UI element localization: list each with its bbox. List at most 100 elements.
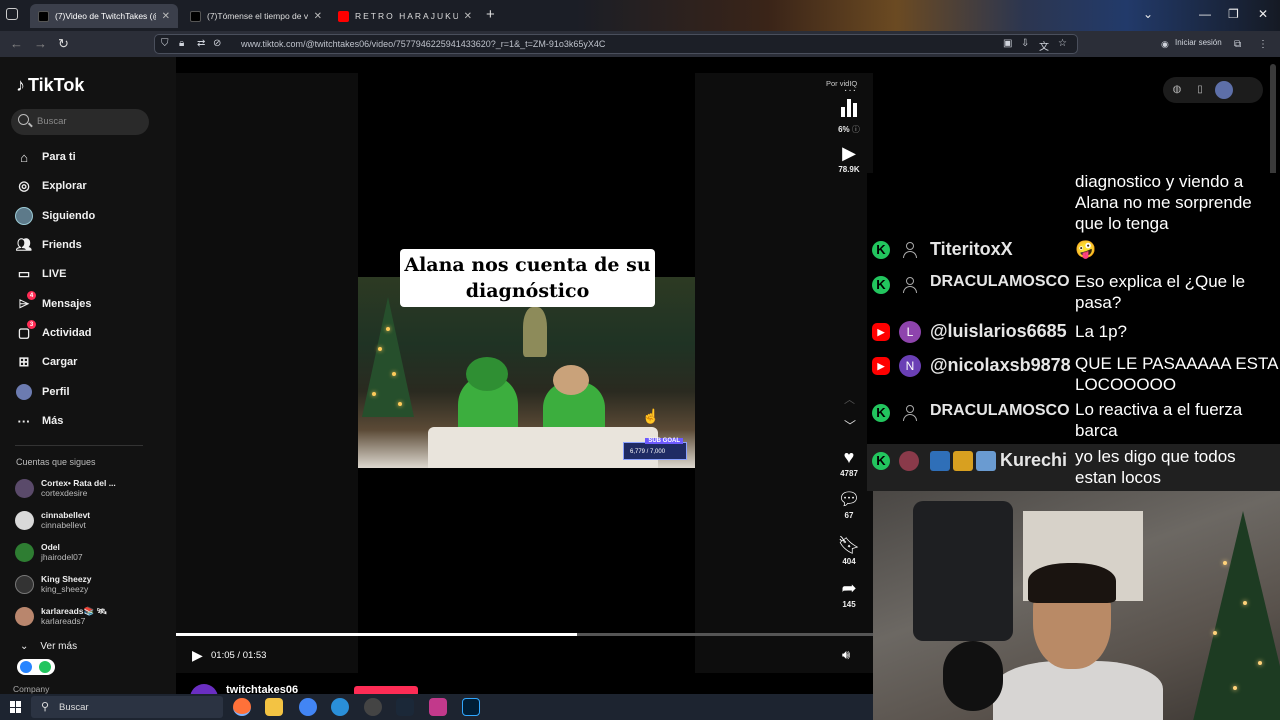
- bar-chart-icon: [841, 99, 857, 117]
- face: [553, 365, 589, 395]
- video-player[interactable]: SUB GOAL 6,779 / 7,000 Alana nos cuenta …: [176, 73, 873, 712]
- back-icon[interactable]: ←: [10, 36, 23, 51]
- maximize-icon[interactable]: ❐: [1228, 7, 1239, 21]
- camera-blocked-icon[interactable]: ⊘: [213, 38, 221, 49]
- browser-tab-2[interactable]: (7)Tómense el tiempo de verlo ✕: [182, 4, 330, 28]
- lock-icon[interactable]: 🔒︎: [179, 38, 184, 49]
- file-explorer-app-icon[interactable]: [265, 698, 283, 716]
- browser-nav-bar: ← → ↻ ⛉ 🔒︎ ⇄ ⊘ www.tiktok.com/@twitchtak…: [0, 31, 1280, 57]
- vidiq-menu-icon[interactable]: ···: [844, 85, 857, 96]
- nav-cargar[interactable]: ⊞ Cargar: [15, 351, 78, 373]
- taskbar-search-input[interactable]: ⚲ Buscar: [31, 696, 223, 718]
- next-video-icon[interactable]: ﹀: [844, 417, 856, 434]
- crown-badge-icon: [953, 451, 973, 471]
- profile-avatar-icon: [15, 383, 33, 401]
- shield-icon[interactable]: ⛉: [161, 38, 169, 49]
- following-account[interactable]: King Sheezy king_sheezy: [15, 571, 92, 597]
- nav-friends[interactable]: 👥︎ Friends: [15, 234, 82, 256]
- message-text: diagnostico y viendo a Alana no me sorpr…: [1075, 173, 1252, 233]
- nav-actividad[interactable]: ▢ 3 Actividad: [15, 320, 92, 344]
- reload-icon[interactable]: ↻: [58, 36, 69, 52]
- avatar: [15, 542, 34, 562]
- stream-overlay-top: ◍ ▯: [873, 57, 1280, 177]
- address-bar[interactable]: ⛉ 🔒︎ ⇄ ⊘ www.tiktok.com/@twitchtakes06/v…: [154, 34, 1078, 54]
- nav-siguiendo[interactable]: Siguiendo: [15, 205, 95, 227]
- edge-app-icon[interactable]: [331, 698, 349, 716]
- compass-icon[interactable]: ◍: [1168, 81, 1186, 99]
- picture-in-picture-icon[interactable]: ▣: [1003, 38, 1012, 49]
- photoshop-app-icon[interactable]: [462, 698, 480, 716]
- vidiq-score[interactable]: 6% ⓘ: [821, 99, 877, 135]
- minimize-icon[interactable]: —: [1199, 7, 1211, 21]
- tab-overflow-icon[interactable]: ⌄: [1143, 7, 1153, 21]
- share-button[interactable]: ➦ 145: [821, 578, 877, 609]
- kick-icon: K: [872, 452, 890, 470]
- download-page-icon[interactable]: ⇩: [1021, 38, 1029, 49]
- taskbar-search-placeholder: Buscar: [59, 702, 89, 713]
- chat-username: @luislarios6685: [930, 321, 1067, 341]
- info-icon[interactable]: ⓘ: [852, 125, 860, 134]
- nav-mensajes[interactable]: ⌲ 4 Mensajes: [15, 291, 92, 315]
- extension-toolbar: ◍ ▯: [1163, 77, 1263, 103]
- bookmark-star-icon[interactable]: ☆: [1058, 38, 1067, 49]
- avatar-icon[interactable]: [1215, 81, 1233, 99]
- menu-icon[interactable]: ⋮: [1258, 39, 1268, 50]
- chrome-app-icon[interactable]: [299, 698, 317, 716]
- nav-perfil[interactable]: Perfil: [15, 381, 70, 403]
- nav-live[interactable]: ▭ LIVE: [15, 263, 67, 285]
- christmas-tree: [362, 297, 414, 417]
- nav-para-ti[interactable]: ⌂ Para ti: [15, 146, 76, 168]
- forward-icon[interactable]: →: [34, 36, 47, 51]
- progress-fill: [176, 633, 577, 636]
- windows-start-icon[interactable]: [10, 701, 22, 713]
- browser-tab-1[interactable]: (7)Video de TwitchTakes (@twit ✕: [30, 4, 178, 28]
- following-account[interactable]: karlareads📚 🛰 karlareads7: [15, 603, 107, 629]
- extensions-icon[interactable]: ⧉: [1234, 39, 1241, 50]
- close-tab-icon[interactable]: ✕: [458, 11, 472, 22]
- company-link[interactable]: Company: [13, 684, 49, 694]
- nav-explorar[interactable]: ◎ Explorar: [15, 175, 86, 197]
- tab-list-icon[interactable]: [6, 8, 18, 20]
- progress-bar[interactable]: [176, 633, 873, 636]
- search-input[interactable]: Buscar: [11, 109, 149, 135]
- following-account[interactable]: cinnabellevt cinnabellevt: [15, 507, 90, 533]
- browser-tab-3[interactable]: RETRO HARAJUKU - El ✕: [330, 4, 480, 28]
- light: [1233, 686, 1237, 690]
- nav-mas[interactable]: ··· Más: [15, 410, 64, 432]
- discord-app-icon[interactable]: [429, 698, 447, 716]
- play-pause-button[interactable]: ▶: [192, 647, 203, 664]
- firefox-app-icon[interactable]: [233, 698, 251, 716]
- tiktok-favicon-icon: [190, 10, 201, 22]
- account-icon[interactable]: ◉: [1161, 39, 1169, 50]
- url-text[interactable]: www.tiktok.com/@twitchtakes06/video/7577…: [241, 39, 605, 49]
- comment-button[interactable]: 💬︎ 67: [821, 489, 877, 520]
- close-window-icon[interactable]: ✕: [1258, 7, 1268, 21]
- activity-badge: 3: [27, 320, 36, 329]
- youtube-icon: ▶: [872, 357, 890, 375]
- volume-icon[interactable]: 🔊︎: [842, 647, 850, 663]
- light: [1258, 661, 1262, 665]
- translate-icon[interactable]: 文: [1039, 38, 1049, 53]
- avatar: [15, 574, 34, 594]
- permissions-icon[interactable]: ⇄: [197, 38, 205, 49]
- steam-app-icon[interactable]: [396, 698, 414, 716]
- account-name: Cortex• Rata del ...: [41, 477, 116, 488]
- extension-toggle[interactable]: [17, 659, 55, 675]
- following-account[interactable]: Odel jhairodel07: [15, 539, 83, 565]
- tiktok-logo[interactable]: ♪ TikTok: [16, 75, 84, 96]
- save-button[interactable]: 🔖︎ 404: [821, 535, 877, 566]
- user-icon: [901, 241, 919, 259]
- message-text: QUE LE PASAAAAA ESTA LOCOOOOO: [1075, 354, 1278, 394]
- new-tab-icon[interactable]: +: [486, 6, 495, 23]
- account-name: karlareads📚 🛰: [41, 605, 108, 616]
- tab-title: RETRO HARAJUKU - El: [355, 11, 458, 21]
- following-account[interactable]: Cortex• Rata del ... cortexdesire: [15, 475, 116, 501]
- close-tab-icon[interactable]: ✕: [156, 11, 170, 22]
- previous-video-icon[interactable]: ︿: [844, 391, 855, 407]
- phone-icon[interactable]: ▯: [1191, 81, 1209, 99]
- obs-app-icon[interactable]: [364, 698, 382, 716]
- close-tab-icon[interactable]: ✕: [308, 11, 322, 22]
- see-more-button[interactable]: ⌄ Ver más: [20, 641, 77, 652]
- sign-in-button[interactable]: Iniciar sesión: [1175, 38, 1222, 47]
- divider: [15, 445, 143, 446]
